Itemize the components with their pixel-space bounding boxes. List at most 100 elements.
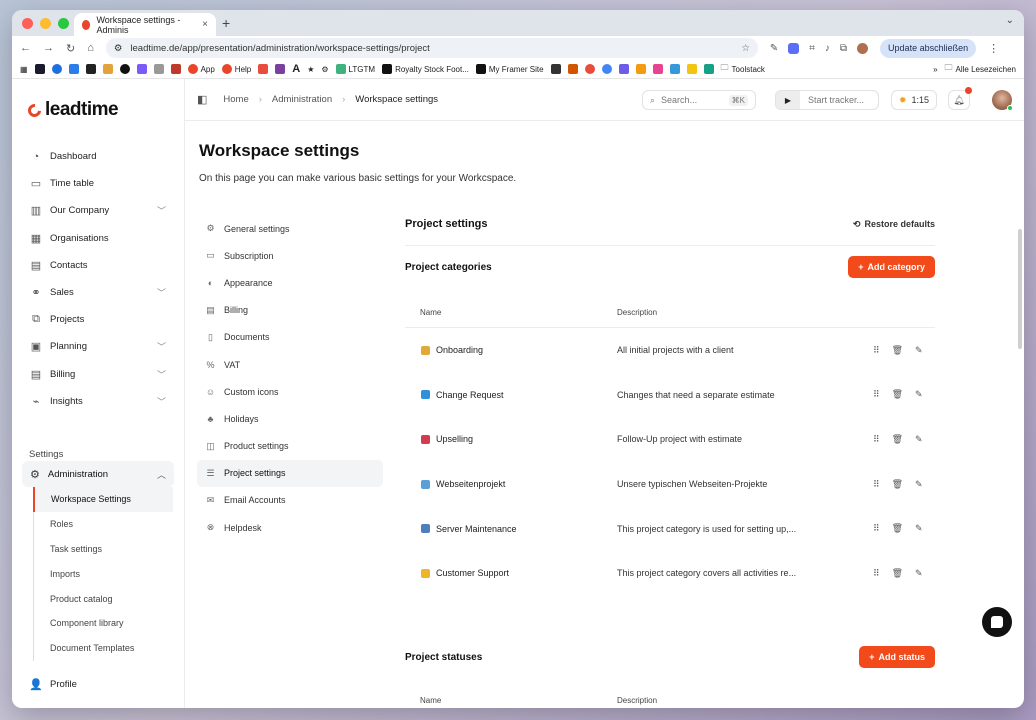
trash-icon[interactable]: 🗑︎: [892, 568, 903, 579]
bookmark-royalty[interactable]: Royalty Stock Foot...: [382, 64, 469, 74]
sidebar-item-profile[interactable]: 👤 Profile: [22, 671, 174, 698]
edit-icon[interactable]: ✎: [915, 479, 923, 490]
subnav-item-imports[interactable]: Imports: [34, 561, 173, 586]
logo[interactable]: leadtime: [25, 99, 119, 121]
bookmark-icon[interactable]: [669, 64, 680, 74]
trash-icon[interactable]: 🗑︎: [892, 479, 903, 490]
drag-handle-icon[interactable]: ⠿: [873, 434, 880, 445]
sidebar-item-administration[interactable]: ⚙ Administration ︿: [22, 461, 174, 487]
reload-icon[interactable]: ↻: [66, 42, 75, 55]
maximize-window-button[interactable]: [58, 18, 69, 29]
edit-icon[interactable]: ✎: [915, 523, 923, 534]
bookmark-icon[interactable]: [618, 64, 629, 74]
back-icon[interactable]: ←: [20, 42, 31, 54]
settings-nav-documents[interactable]: ▯ Documents: [197, 324, 383, 351]
add-status-button[interactable]: + Add status: [859, 646, 935, 668]
pen-extension-icon[interactable]: ✎: [770, 43, 778, 54]
google-icon[interactable]: [601, 64, 612, 74]
subnav-item-product-catalog[interactable]: Product catalog: [34, 586, 173, 611]
bookmark-folder-all[interactable]: 🗀 Alle Lesezeichen: [945, 62, 1016, 76]
bookmark-icon[interactable]: [170, 64, 181, 74]
bookmark-icon[interactable]: [584, 64, 595, 74]
bookmark-framer[interactable]: My Framer Site: [475, 64, 544, 74]
settings-nav-vat[interactable]: % VAT: [197, 351, 383, 378]
avatar[interactable]: [992, 90, 1013, 111]
drag-handle-icon[interactable]: ⠿: [873, 389, 880, 400]
bookmark-icon[interactable]: [635, 64, 646, 74]
tab-dropdown-icon[interactable]: ⌄: [1006, 15, 1014, 26]
settings-nav-holidays[interactable]: ♣ Holidays: [197, 405, 383, 432]
bookmark-app[interactable]: App: [187, 64, 215, 74]
apps-grid-icon[interactable]: ▦: [20, 65, 28, 74]
browser-menu-icon[interactable]: ⋮: [988, 42, 999, 55]
bookmark-icon[interactable]: [136, 64, 147, 74]
settings-nav-helpdesk[interactable]: ⊗ Helpdesk: [197, 514, 383, 541]
subnav-item-workspace-settings[interactable]: Workspace Settings: [33, 487, 173, 512]
notifications-button[interactable]: 🔔︎: [948, 87, 972, 110]
bookmark-help[interactable]: Help: [221, 64, 251, 74]
settings-nav-product-settings[interactable]: ◫ Product settings: [197, 433, 383, 460]
trash-icon[interactable]: 🗑︎: [892, 345, 903, 356]
add-category-button[interactable]: + Add category: [848, 256, 935, 278]
sidebar-item-planning[interactable]: ▣ Planning ﹀: [22, 333, 174, 360]
bookmark-icon[interactable]: [51, 64, 62, 74]
url-field[interactable]: ⚙ leadtime.de/app/presentation/administr…: [105, 38, 758, 58]
sidebar-item-time-table[interactable]: ▭ Time table: [22, 170, 174, 197]
settings-nav-general-settings[interactable]: ⚙ General settings: [197, 215, 383, 242]
profile-avatar-icon[interactable]: [857, 42, 869, 54]
sidebar-item-dashboard[interactable]: ◔ Dashboard: [22, 143, 174, 170]
subnav-item-document-templates[interactable]: Document Templates: [34, 636, 173, 661]
close-window-button[interactable]: [22, 18, 33, 29]
bookmark-icon[interactable]: [686, 64, 697, 74]
sidebar-item-our-company[interactable]: ▥ Our Company ﹀: [22, 197, 174, 224]
home-icon[interactable]: ⌂: [87, 42, 94, 54]
settings-nav-email-accounts[interactable]: ✉ Email Accounts: [197, 487, 383, 514]
bookmark-ltgtm[interactable]: LTGTM: [335, 64, 375, 74]
restore-defaults-button[interactable]: ⟲ Restore defaults: [853, 219, 935, 230]
bookmark-icon[interactable]: [85, 64, 96, 74]
forward-icon[interactable]: →: [43, 42, 54, 54]
sidebar-item-organisations[interactable]: ▦ Organisations: [22, 225, 174, 252]
more-bookmarks-icon[interactable]: »: [933, 65, 937, 74]
search-input[interactable]: ⌕ Search... ⌘K: [642, 90, 756, 110]
bookmark-icon[interactable]: [652, 64, 663, 74]
bookmark-folder-toolstack[interactable]: 🗀 Toolstack: [721, 62, 765, 76]
timer-badge[interactable]: ✹ 1:15: [891, 90, 937, 110]
bookmark-icon[interactable]: [102, 64, 113, 74]
bookmark-icon[interactable]: [703, 64, 714, 74]
breadcrumb-administration[interactable]: Administration: [272, 94, 332, 105]
settings-nav-project-settings[interactable]: ☰ Project settings: [197, 459, 383, 487]
subnav-item-roles[interactable]: Roles: [34, 512, 173, 537]
puzzle-icon[interactable]: ⧉: [840, 43, 847, 54]
github-icon[interactable]: [119, 64, 130, 74]
site-info-icon[interactable]: ⚙: [114, 43, 123, 54]
bookmark-icon[interactable]: [34, 64, 45, 74]
bookmark-gear-icon[interactable]: ⚙: [321, 65, 328, 74]
sidebar-item-insights[interactable]: ⌁ Insights ﹀: [22, 388, 174, 415]
start-tracker-button[interactable]: ▶ Start tracker...: [775, 90, 879, 110]
minimize-window-button[interactable]: [40, 18, 51, 29]
settings-nav-subscription[interactable]: ▭ Subscription: [197, 242, 383, 269]
new-tab-icon[interactable]: +: [222, 15, 230, 31]
subnav-item-task-settings[interactable]: Task settings: [34, 537, 173, 562]
trash-icon[interactable]: 🗑︎: [892, 434, 903, 445]
update-button[interactable]: Update abschließen: [880, 38, 977, 58]
bookmark-icon[interactable]: [68, 64, 79, 74]
mic-icon[interactable]: ♪: [825, 43, 830, 54]
bookmark-star-icon[interactable]: ☆: [741, 43, 750, 54]
edit-icon[interactable]: ✎: [915, 389, 923, 400]
trash-icon[interactable]: 🗑︎: [892, 523, 903, 534]
drag-handle-icon[interactable]: ⠿: [873, 523, 880, 534]
edit-icon[interactable]: ✎: [915, 345, 923, 356]
bookmark-icon[interactable]: [153, 64, 164, 74]
bookmark-star-icon[interactable]: ★: [307, 65, 314, 74]
sidebar-item-sales[interactable]: ⚭ Sales ﹀: [22, 279, 174, 306]
drag-handle-icon[interactable]: ⠿: [873, 479, 880, 490]
sidebar-item-contacts[interactable]: ▤ Contacts: [22, 252, 174, 279]
drag-handle-icon[interactable]: ⠿: [873, 345, 880, 356]
settings-nav-custom-icons[interactable]: ☺ Custom icons: [197, 378, 383, 405]
drag-handle-icon[interactable]: ⠿: [873, 568, 880, 579]
edit-icon[interactable]: ✎: [915, 568, 923, 579]
bookmark-icon[interactable]: [275, 64, 286, 74]
breadcrumb-home[interactable]: Home: [223, 94, 248, 105]
